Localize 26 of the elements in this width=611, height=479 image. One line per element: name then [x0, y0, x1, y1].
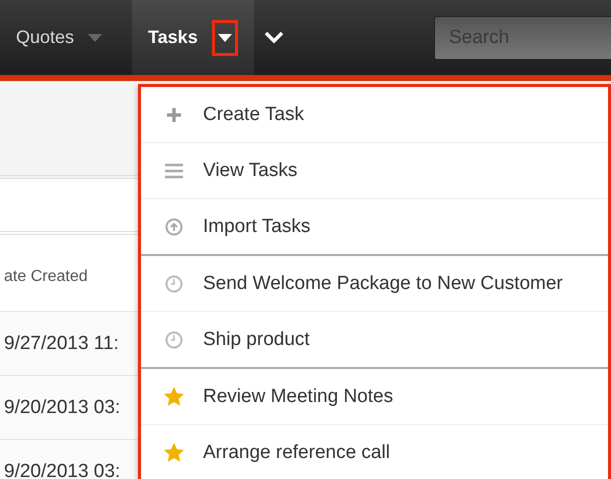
table-cell: 9/20/2013 03: [4, 396, 120, 418]
nav-tab[interactable]: Quotes [0, 0, 132, 75]
caret-icon [88, 34, 102, 42]
menu-item[interactable]: Send Welcome Package to New Customer [141, 256, 608, 312]
upload-icon [165, 218, 183, 236]
tab-label: Quotes [16, 27, 74, 48]
plus-icon [166, 106, 182, 122]
chevron-down-icon [264, 31, 284, 44]
star-icon [163, 386, 185, 407]
star-icon [163, 442, 185, 463]
menu-item[interactable]: Create Task [141, 87, 608, 143]
table-cell: 9/20/2013 03: [4, 460, 120, 479]
menu-item[interactable]: Arrange reference call [141, 425, 608, 479]
column-header: ate Created [4, 268, 88, 286]
menu-item[interactable]: View Tasks [141, 143, 608, 199]
menu-item[interactable]: Import Tasks [141, 199, 608, 254]
tab-label: Tasks [148, 27, 198, 48]
caret-icon [218, 34, 232, 42]
clock-icon [165, 274, 183, 292]
table-cell: 9/27/2013 11: [4, 332, 119, 354]
menu-item[interactable]: Review Meeting Notes [141, 369, 608, 425]
menu-item[interactable]: Ship product [141, 312, 608, 367]
nav-tab[interactable]: Tasks [132, 0, 254, 75]
list-icon [164, 162, 184, 178]
dropdown-toggle-button[interactable] [212, 20, 238, 56]
clock-icon [165, 330, 183, 348]
